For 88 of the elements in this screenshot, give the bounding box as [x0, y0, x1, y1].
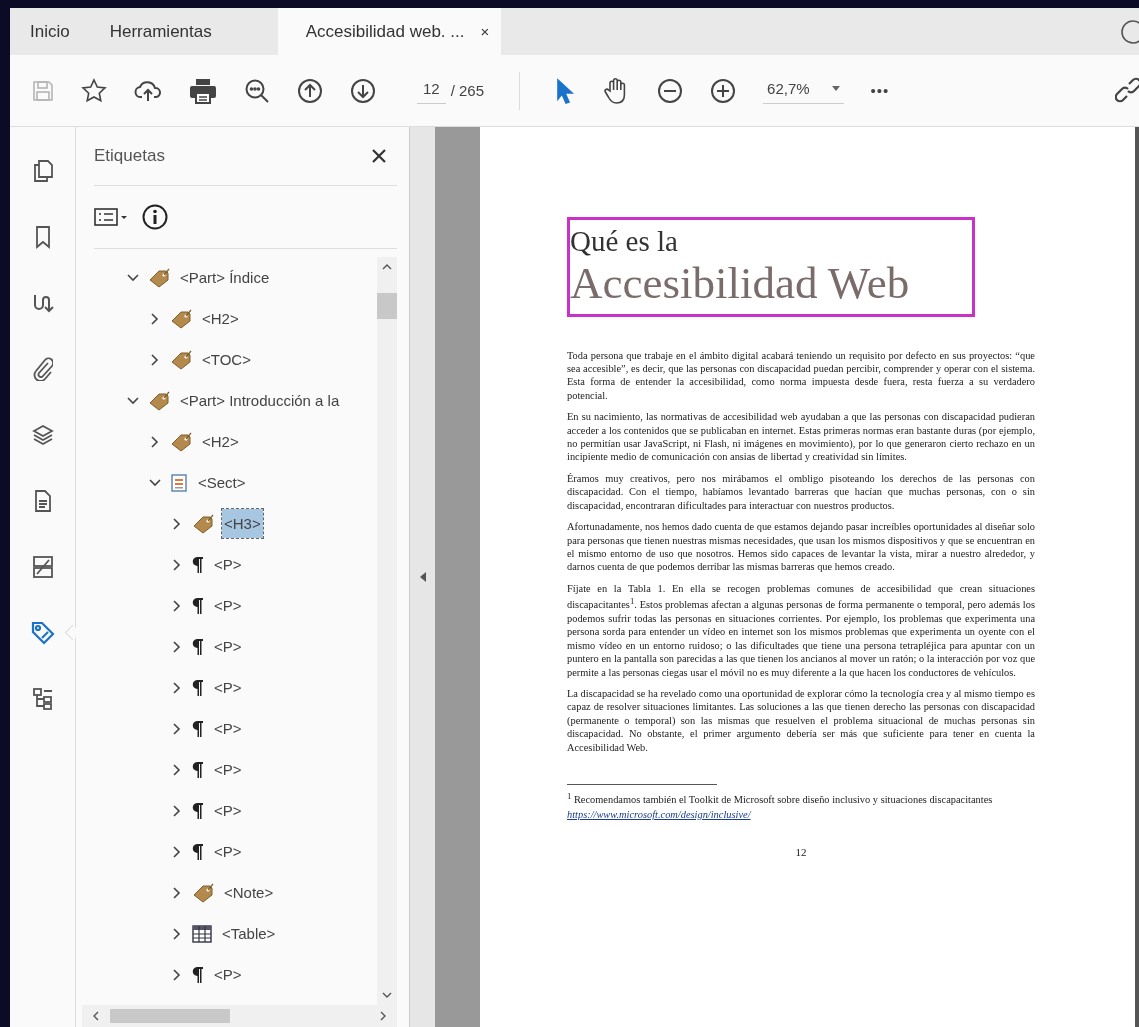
pilcrow-icon — [192, 760, 204, 779]
tab[interactable]: Herramientas — [89, 8, 278, 55]
options-menu-icon[interactable] — [94, 207, 128, 227]
tag-tree-item[interactable]: <Part> Introducción a la — [178, 386, 342, 415]
page-count: / 265 — [450, 82, 485, 99]
body-paragraph: Fíjate en la Tabla 1. En ella se recogen problemas comunes de accesibilidad que crean situaciones discapacitantes$^{1}$. Estos problemas afectan a algunas personas de forma permanente o temporal, pero además los podemos sufrir todas las personas en situaciones corrientes. Por ejemplo, los problemas que experimenta una persona sorda para entender un vídeo en internet son los mismos problemas que experimenta un oyente con el mismo vídeo en un entorno ruidoso; o las dificultades que tiene una persona tetrapléjica para apuntar con un puntero en la pantalla son parecidas a las que tienen los ancianos al mover un ratón; o la interacción por voz que permite a las personas ciegas usar el móvil no es muy diferente a la que hacen los conductores de vehículos. — [567, 581, 1035, 680]
pointer-icon[interactable] — [555, 77, 576, 104]
tag-tree-item[interactable]: <Sect> — [196, 468, 248, 497]
body-paragraph: Éramos muy creativos, pero nos mirábamos el ombligo pisoteando los derechos de las personas con discapacidad. Con el tiempo, habíamos levantado barreras que hacían que muchas personas, con o sin discapacidad, encontraran dificultades para interactuar con nuestros productos. — [567, 471, 1035, 513]
page-heading: Qué es la — [570, 226, 679, 258]
more-tools-button[interactable]: ••• — [870, 82, 890, 99]
tag-tree-item[interactable]: <P> — [212, 714, 244, 743]
tag-tree-item[interactable]: <H2> — [200, 427, 241, 456]
info-icon[interactable] — [142, 204, 168, 230]
horizontal-scrollbar[interactable] — [82, 1005, 397, 1027]
section-icon — [170, 472, 188, 493]
tag-icon — [192, 513, 214, 534]
tag-tree-item[interactable]: <P> — [212, 673, 244, 702]
scroll-right-icon[interactable] — [379, 1011, 387, 1021]
tab[interactable]: Inicio — [10, 8, 90, 55]
curved-arrow-icon — [31, 292, 54, 314]
zoom-search-icon[interactable] — [244, 77, 270, 104]
zoom-dropdown[interactable]: 62,7% — [763, 77, 844, 104]
panel-title: Etiquetas — [94, 146, 165, 166]
scroll-left-icon[interactable] — [92, 1011, 100, 1021]
body-paragraph: En su nacimiento, las normativas de accesibilidad web ayudaban a que las personas con discapacidad pudieran acceder a los contenidos que se publicaban en internet. Estas primeras normas eran bastante duras (por ejemplo, no permitían usar JavaScript, ni Flash, ni imágenes en movimiento), por lo que generaron cierto rechazo en un incipiente medio de comunicación con ansias de libertad y creatividad sin límites. — [567, 410, 1035, 464]
cloud-upload-icon[interactable] — [134, 78, 162, 103]
arrow-up-circle-icon[interactable] — [297, 77, 323, 104]
tag-icon — [170, 431, 192, 452]
tag-icon — [170, 349, 192, 370]
tag-tree-item[interactable]: <P> — [212, 632, 244, 661]
table-icon — [192, 924, 212, 943]
tag-icon — [192, 882, 214, 903]
tag-tree-item[interactable]: <Table> — [220, 919, 278, 948]
tag-tree-item[interactable]: <H3> — [222, 509, 263, 538]
footnote: $^{1}$ Recomendamos también el Toolkit de Microsoft sobre diseño inclusivo y situaciones discapacitantes https://www.microsoft.com/design/inclusive/ — [567, 790, 994, 822]
scrollbar-thumb[interactable] — [377, 293, 397, 319]
tag-tree-item[interactable]: <TOC> — [200, 345, 253, 374]
tag-tree-item[interactable]: <Note> — [222, 878, 276, 907]
pilcrow-icon — [192, 637, 204, 656]
tag-tree-item[interactable]: <P> — [212, 591, 244, 620]
star-icon[interactable] — [81, 77, 107, 104]
page-number: 12 — [794, 845, 808, 858]
footnote-link[interactable]: https://www.microsoft.com/design/inclusive/ — [567, 808, 751, 820]
page-title: Accesibilidad Web — [570, 257, 911, 310]
paperclip-icon — [32, 357, 53, 381]
pilcrow-icon — [192, 555, 204, 574]
pilcrow-icon — [192, 678, 204, 697]
bookmark-icon — [34, 225, 51, 249]
pilcrow-icon — [192, 801, 204, 820]
scroll-up-icon[interactable] — [382, 263, 392, 271]
tag-tree-item[interactable]: <P> — [212, 796, 244, 825]
caret-icon — [831, 85, 840, 91]
layers-icon — [31, 424, 54, 446]
print-icon[interactable] — [189, 77, 217, 104]
tag-tree-item[interactable]: <P> — [212, 837, 244, 866]
tag-tree-item[interactable]: <Part> Índice — [178, 263, 272, 292]
tag-icon — [148, 267, 170, 288]
tag-tree-item[interactable]: <P> — [212, 960, 244, 989]
tag-icon — [29, 620, 56, 646]
compare-icon — [31, 555, 54, 579]
tag-icon — [170, 308, 192, 329]
body-paragraph: Afortunadamente, nos hemos dado cuenta de que estamos dejando pasar increíbles oportunidades al diseñar solo para personas que tienen nuestras mismas necesidades, que usan los mismos dispositivos y que se encuentran en el mismo entorno de uso que nosotros. Hemos sido capaces de levantar la vista, mirar a nuestro alrededor, y darnos cuenta de que podemos derribar las mismas barreras que hemos creado. — [567, 520, 1035, 574]
zoom-out-icon[interactable] — [657, 77, 684, 104]
collapse-panel-icon[interactable] — [418, 571, 427, 583]
document-icon — [33, 490, 52, 512]
pilcrow-icon — [192, 719, 204, 738]
scrollbar-thumb[interactable] — [110, 1009, 230, 1023]
scroll-down-icon[interactable] — [382, 991, 392, 999]
scrollbar[interactable] — [377, 257, 397, 1005]
pilcrow-icon — [192, 965, 204, 984]
pilcrow-icon — [192, 842, 204, 861]
tag-tree-item[interactable]: <P> — [212, 550, 244, 579]
tag-tree-item[interactable]: <H2> — [200, 304, 241, 333]
zoom-in-icon[interactable] — [710, 77, 737, 104]
tag-tree-item[interactable]: <P> — [212, 755, 244, 784]
help-icon[interactable] — [1119, 18, 1139, 45]
pilcrow-icon — [192, 596, 204, 615]
tab[interactable]: Accesibilidad web. ... × — [277, 8, 502, 55]
tree-structure-icon — [31, 687, 54, 711]
tag-icon — [148, 390, 170, 411]
close-tab-button[interactable]: × — [480, 23, 490, 40]
pages-icon — [32, 159, 53, 183]
close-icon[interactable] — [371, 148, 387, 164]
arrow-down-circle-icon[interactable] — [350, 77, 376, 104]
body-paragraph: La discapacidad se ha revelado como una oportunidad de explorar cómo la tecnología crea y al mismo tiempo es capaz de resolver situaciones limitantes. Las soluciones a las que tienen derecho las personas con discapacidad (permanente o temporal) son las mismas que resuelven el problema situacional de muchas personas sin discapacidad. No obstante, el primer argumento debería ser más que suficiente para tener en cuenta la Accesibilidad Web. — [567, 687, 1035, 755]
body-paragraph: Toda persona que trabaje en el ámbito digital acabará teniendo un requisito por defecto en sus proyectos: “que sea accesible”, es decir, que las personas con discapacidad puedan percibir, comprender y operar con el sistema. Esta forma de entender la accesibilidad, como norma impuesta desde fuera, resta fuerza a su verdadero potencial. — [567, 348, 1035, 403]
page-number-field[interactable]: 12 — [417, 77, 446, 104]
